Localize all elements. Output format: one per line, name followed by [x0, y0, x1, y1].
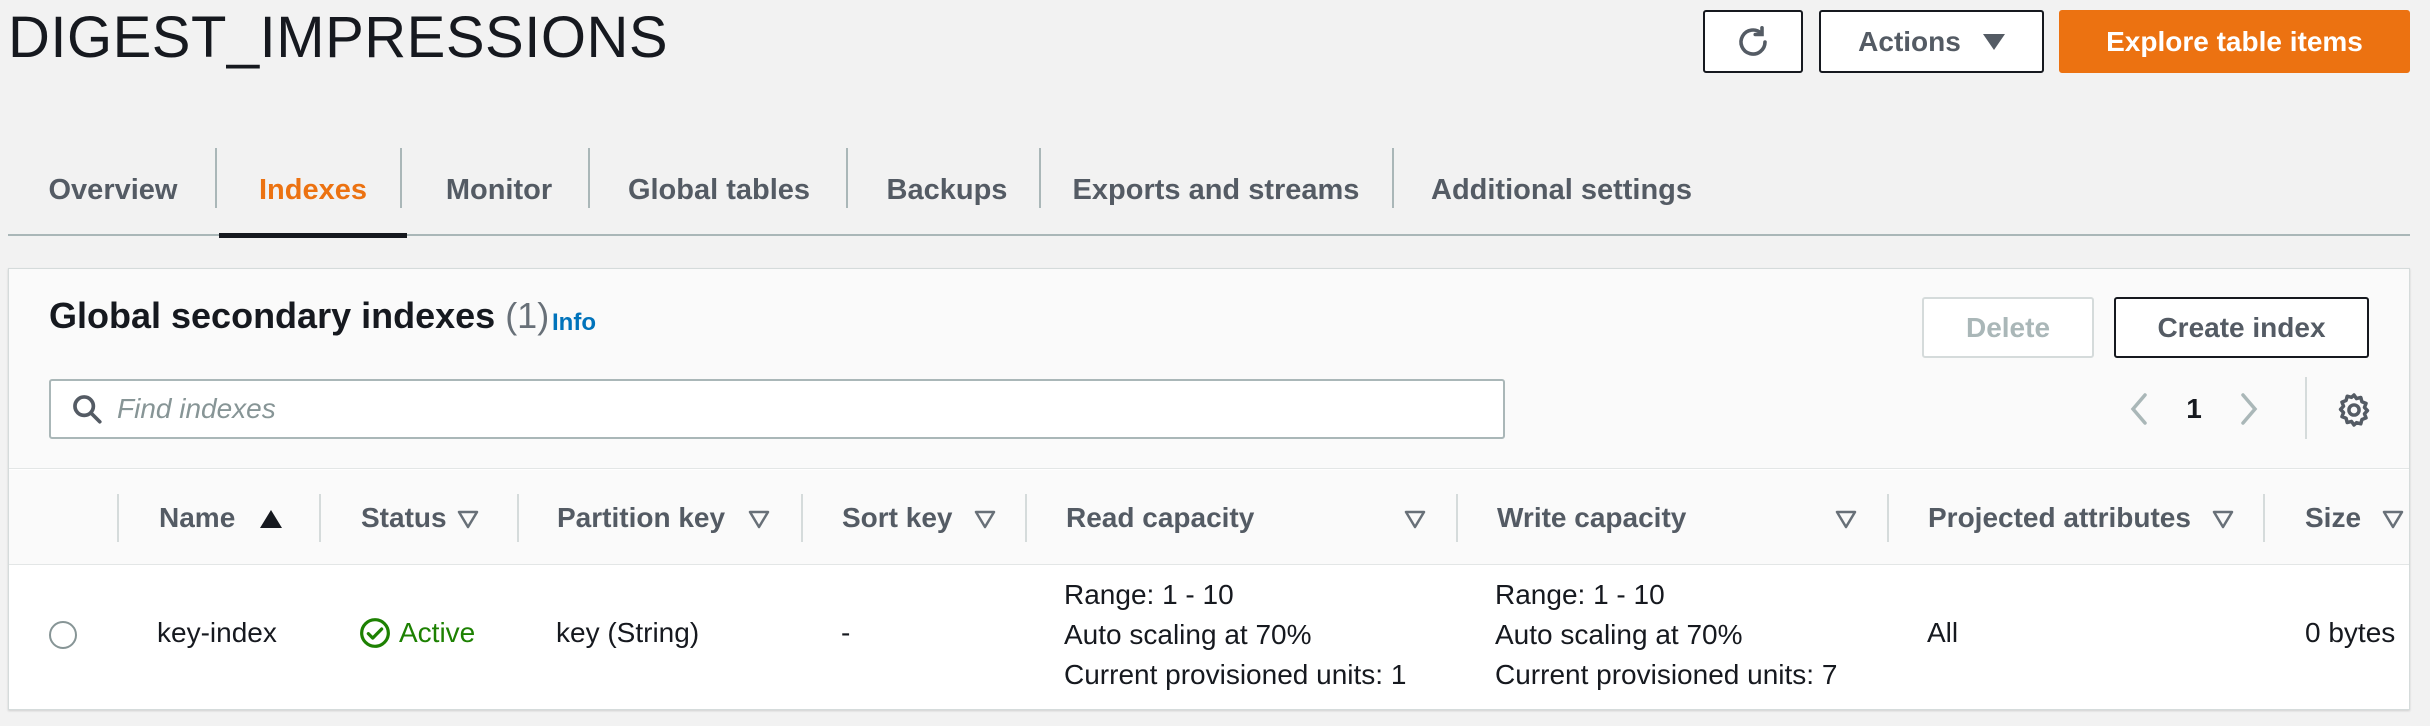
sort-ascending-icon[interactable] [259, 508, 283, 530]
indexes-panel: Global secondary indexes (1) Info Delete… [8, 268, 2410, 710]
settings-gear-icon[interactable] [2331, 387, 2377, 433]
column-divider [2263, 494, 2265, 542]
page-title: DIGEST_IMPRESSIONS [8, 5, 669, 70]
column-divider [801, 494, 803, 542]
actions-label: Actions [1858, 25, 1961, 57]
column-header-write-capacity[interactable]: Write capacity [1497, 470, 1686, 565]
search-input[interactable] [117, 393, 1467, 425]
index-name: key-index [157, 617, 277, 648]
prev-page-icon[interactable] [2119, 384, 2159, 434]
column-divider [117, 494, 119, 542]
page-number[interactable]: 1 [2159, 393, 2229, 425]
tab-additional-settings[interactable]: Additional settings [1394, 146, 1729, 234]
sort-icon[interactable] [456, 508, 480, 530]
index-count: (1) [505, 295, 550, 336]
column-header-sort-key[interactable]: Sort key [842, 470, 953, 565]
column-divider [319, 494, 321, 542]
sort-icon[interactable] [2211, 508, 2235, 530]
sort-key-value: - [841, 617, 851, 648]
size-value: 0 bytes [2305, 617, 2396, 648]
projected-attributes-value: All [1927, 617, 1959, 648]
partition-key-value: key (String) [556, 617, 700, 648]
search-icon [67, 389, 107, 429]
panel-header: Global secondary indexes (1) Info Delete… [9, 269, 2409, 469]
tab-exports-and-streams[interactable]: Exports and streams [1041, 146, 1391, 234]
write-capacity-value: Range: 1 - 10 Auto scaling at 70% Curren… [1495, 575, 1837, 695]
sort-icon[interactable] [1403, 508, 1427, 530]
explore-table-items-button[interactable]: Explore table items [2059, 10, 2410, 73]
actions-dropdown-button[interactable]: Actions [1819, 10, 2044, 73]
tab-divider [215, 148, 217, 208]
tab-indexes[interactable]: Indexes [219, 146, 407, 238]
search-box [49, 379, 1505, 439]
pagination-divider [2305, 377, 2307, 439]
row-select-radio[interactable] [49, 621, 77, 649]
column-divider [1456, 494, 1458, 542]
refresh-button[interactable] [1703, 10, 1803, 73]
read-capacity-autoscaling: Auto scaling at 70% [1064, 619, 1312, 650]
info-link[interactable]: Info [552, 309, 596, 337]
tab-global-tables[interactable]: Global tables [590, 146, 848, 234]
status-text: Active [399, 617, 476, 648]
panel-title: Global secondary indexes (1) [49, 295, 549, 337]
write-capacity-range: Range: 1 - 10 [1495, 579, 1665, 610]
refresh-icon [1739, 25, 1767, 56]
tab-overview[interactable]: Overview [8, 146, 218, 234]
column-divider [1887, 494, 1889, 542]
check-circle-icon [360, 618, 390, 648]
tab-bar: Overview Indexes Monitor Global tables B… [8, 146, 2410, 238]
caret-down-icon [1982, 33, 2005, 50]
pagination: 1 [2119, 381, 2269, 437]
read-capacity-value: Range: 1 - 10 Auto scaling at 70% Curren… [1064, 575, 1406, 695]
read-capacity-provisioned: Current provisioned units: 1 [1064, 659, 1407, 690]
column-header-name[interactable]: Name [159, 470, 235, 565]
create-index-button[interactable]: Create index [2114, 297, 2369, 358]
column-divider [1025, 494, 1027, 542]
column-header-read-capacity[interactable]: Read capacity [1066, 470, 1254, 565]
sort-icon[interactable] [973, 508, 997, 530]
column-header-status[interactable]: Status [361, 470, 447, 565]
status-badge: Active [359, 617, 475, 649]
delete-button[interactable]: Delete [1922, 297, 2094, 358]
write-capacity-autoscaling: Auto scaling at 70% [1495, 619, 1743, 650]
column-header-size[interactable]: Size [2305, 470, 2361, 565]
table-row: key-index Active key (String) - Range: 1… [9, 565, 2409, 711]
write-capacity-provisioned: Current provisioned units: 7 [1495, 659, 1838, 690]
column-header-partition-key[interactable]: Partition key [557, 470, 725, 565]
column-divider [517, 494, 519, 542]
column-header-projected-attributes[interactable]: Projected attributes [1928, 470, 2191, 565]
sort-icon[interactable] [1834, 508, 1858, 530]
read-capacity-range: Range: 1 - 10 [1064, 579, 1234, 610]
table-header: Name Status Partition key Sort key Read … [9, 470, 2409, 565]
panel-title-text: Global secondary indexes [49, 295, 496, 336]
tab-monitor[interactable]: Monitor [402, 146, 596, 234]
sort-icon[interactable] [747, 508, 771, 530]
next-page-icon[interactable] [2229, 384, 2269, 434]
sort-icon[interactable] [2381, 508, 2405, 530]
tab-backups[interactable]: Backups [848, 146, 1046, 234]
